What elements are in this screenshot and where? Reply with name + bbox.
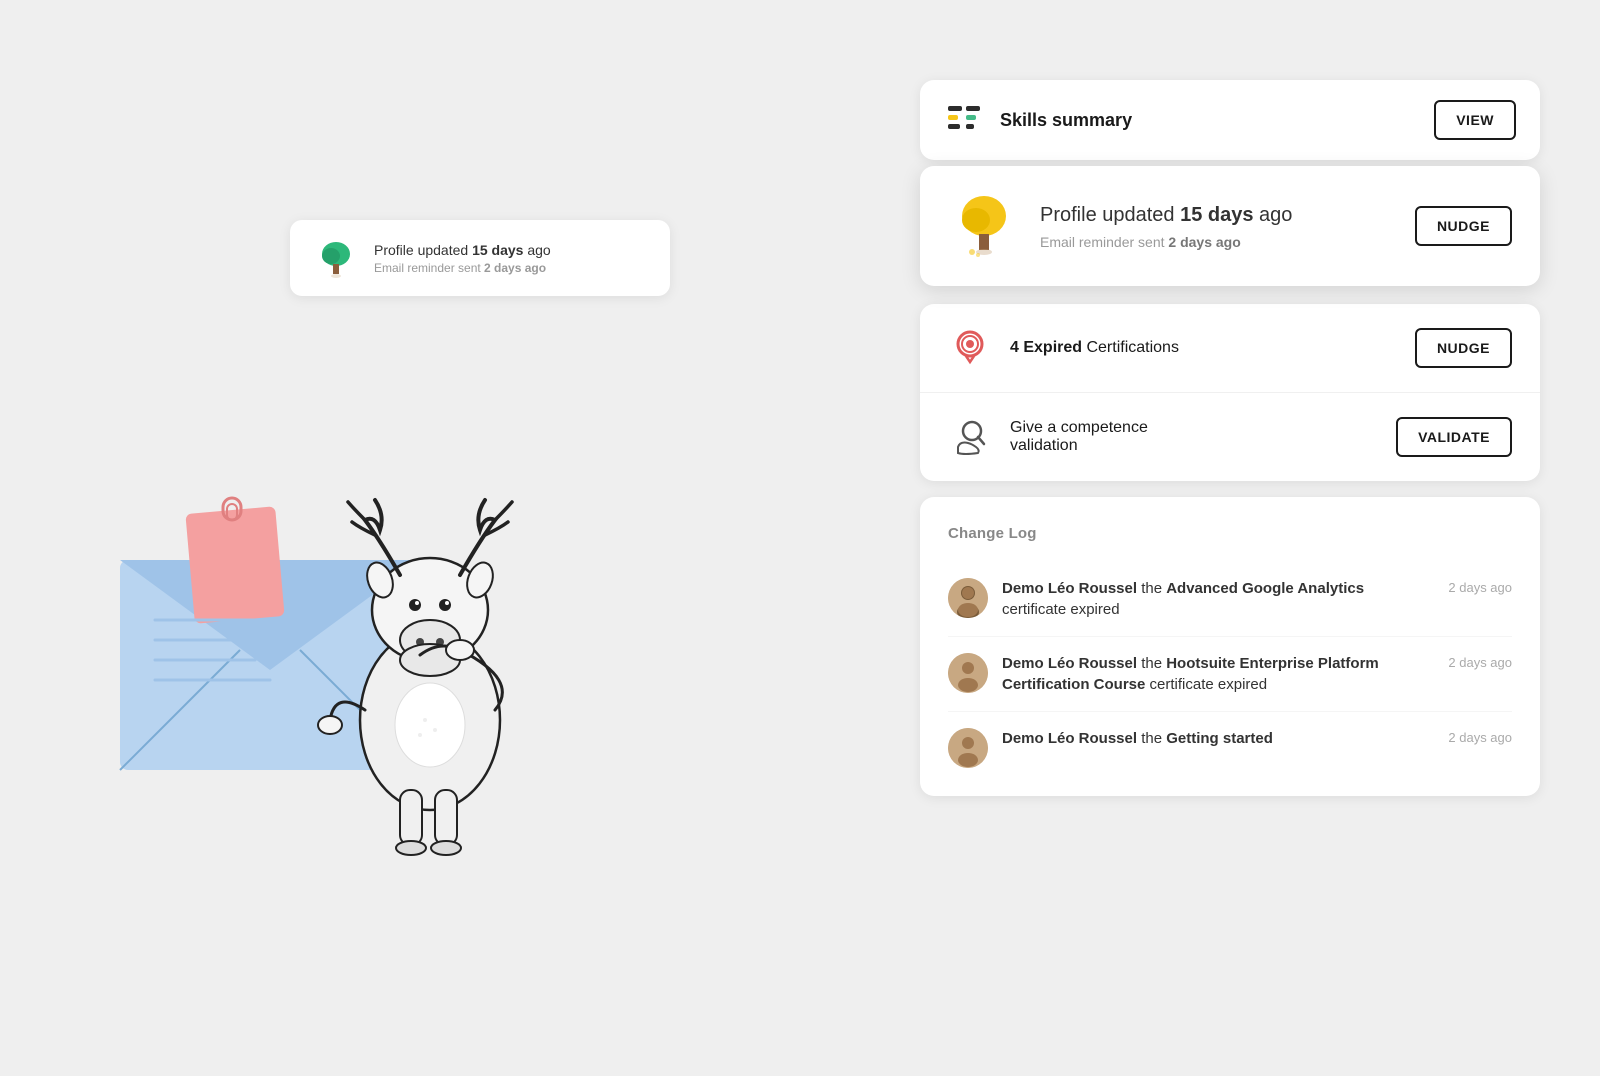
skills-icon xyxy=(944,100,984,140)
small-notif-email-text: Email reminder sent xyxy=(374,261,484,275)
changelog-content-1: Demo Léo Roussel the Advanced Google Ana… xyxy=(1002,578,1418,620)
small-notif-profile-text: Profile updated xyxy=(374,242,472,258)
changelog-card: Change Log Demo Léo Roussel the Advanced… xyxy=(920,497,1540,796)
view-button[interactable]: VIEW xyxy=(1434,100,1516,140)
green-tree-icon xyxy=(314,236,358,280)
changelog-time-2: 2 days ago xyxy=(1448,655,1512,670)
certifications-text: 4 Expired Certifications xyxy=(1010,339,1179,357)
large-notif-email-text: Email reminder sent xyxy=(1040,234,1168,250)
illustration-area: Profile updated 15 days ago Email remind… xyxy=(60,180,660,880)
competence-text: Give a competencevalidation xyxy=(1010,419,1148,455)
certifications-action-item: 4 Expired Certifications NUDGE xyxy=(920,304,1540,393)
yellow-tree-icon xyxy=(948,190,1020,262)
competence-action-item: Give a competencevalidation VALIDATE xyxy=(920,393,1540,481)
changelog-time-1: 2 days ago xyxy=(1448,580,1512,595)
changelog-item-2: Demo Léo Roussel the Hootsuite Enterpris… xyxy=(948,637,1512,712)
small-notif-email-bold: 2 days ago xyxy=(484,261,546,275)
changelog-item-3: Demo Léo Roussel the Getting started 2 d… xyxy=(948,712,1512,768)
changelog-time-3: 2 days ago xyxy=(1448,730,1512,745)
certifications-icon xyxy=(948,326,992,370)
avatar-3 xyxy=(948,728,988,768)
certifications-item-left: 4 Expired Certifications xyxy=(948,326,1179,370)
avatar-2 xyxy=(948,653,988,693)
envelope-moose-illustration xyxy=(60,280,640,860)
large-notif-email-bold: 2 days ago xyxy=(1168,234,1240,250)
validate-button[interactable]: VALIDATE xyxy=(1396,417,1512,457)
changelog-item-1: Demo Léo Roussel the Advanced Google Ana… xyxy=(948,562,1512,637)
small-notif-content: Profile updated 15 days ago Email remind… xyxy=(374,242,551,275)
skills-summary-card: Skills summary VIEW xyxy=(920,80,1540,160)
changelog-text-3: Demo Léo Roussel the Getting started xyxy=(1002,728,1418,749)
changelog-text-2: Demo Léo Roussel the Hootsuite Enterpris… xyxy=(1002,653,1418,695)
large-notif-profile: Profile updated xyxy=(1040,204,1180,226)
changelog-text-1: Demo Léo Roussel the Advanced Google Ana… xyxy=(1002,578,1418,620)
small-notif-days: 15 days xyxy=(472,242,523,258)
avatar-1 xyxy=(948,578,988,618)
main-container: Profile updated 15 days ago Email remind… xyxy=(0,0,1600,1076)
changelog-title: Change Log xyxy=(948,525,1512,542)
changelog-content-3: Demo Léo Roussel the Getting started xyxy=(1002,728,1418,749)
large-notif-content: Profile updated 15 days ago Email remind… xyxy=(1040,202,1395,250)
small-notif-ago: ago xyxy=(523,242,550,258)
skills-card-left: Skills summary xyxy=(944,100,1132,140)
competence-icon xyxy=(948,415,992,459)
nudge-button-certifications[interactable]: NUDGE xyxy=(1415,328,1512,368)
nudge-button-large[interactable]: NUDGE xyxy=(1415,206,1512,246)
competence-item-left: Give a competencevalidation xyxy=(948,415,1148,459)
large-notif-ago: ago xyxy=(1254,204,1293,226)
skills-title: Skills summary xyxy=(1000,110,1132,131)
right-panel: Skills summary VIEW Profile updated xyxy=(920,80,1540,796)
changelog-content-2: Demo Léo Roussel the Hootsuite Enterpris… xyxy=(1002,653,1418,695)
action-items-card: 4 Expired Certifications NUDGE xyxy=(920,304,1540,481)
large-notif-days: 15 days xyxy=(1180,204,1253,226)
large-notification-card: Profile updated 15 days ago Email remind… xyxy=(920,166,1540,286)
